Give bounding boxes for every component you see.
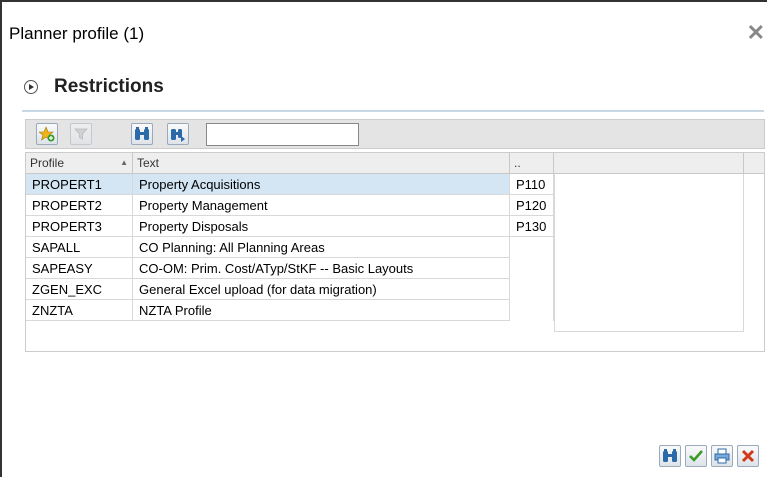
find-icon [663,449,677,462]
column-header-text[interactable]: Text [133,153,510,174]
add-favorite-icon [39,126,55,142]
add-favorite-button[interactable] [36,123,58,145]
cancel-button[interactable] [737,445,759,467]
cancel-icon [741,449,755,463]
table-cell-extra[interactable]: P130 [510,216,554,237]
table-toolbar [25,119,765,149]
column-header-scroll-spacer [744,153,764,174]
table-cell-extra[interactable] [510,279,554,300]
search-input[interactable] [206,123,359,146]
table-cell-text[interactable]: CO Planning: All Planning Areas [133,237,510,258]
table-cell-text[interactable]: CO-OM: Prim. Cost/ATyp/StKF -- Basic Lay… [133,258,510,279]
table-cell-extra[interactable]: P110 [510,174,554,195]
table-cell-text[interactable]: Property Acquisitions [133,174,510,195]
column-header-profile[interactable]: Profile ▲ [26,153,133,174]
column-header-filler [554,153,744,174]
table-cell-profile[interactable]: PROPERT2 [26,195,133,216]
table-cell-profile[interactable]: PROPERT3 [26,216,133,237]
table-cell-profile[interactable]: SAPALL [26,237,133,258]
filter-icon [74,128,88,140]
print-icon [714,448,730,464]
empty-column-area [554,174,744,332]
filter-button[interactable] [70,123,92,145]
table-cell-extra[interactable] [510,300,554,321]
expand-arrow-icon[interactable] [24,80,38,94]
find-next-button[interactable] [167,123,189,145]
find-button[interactable] [131,123,153,145]
table-cell-profile[interactable]: SAPEASY [26,258,133,279]
find-footer-button[interactable] [659,445,681,467]
table-cell-profile[interactable]: ZGEN_EXC [26,279,133,300]
find-next-icon [171,129,185,142]
table-cell-extra[interactable]: P120 [510,195,554,216]
column-header-extra-label: .. [514,156,521,170]
column-header-extra[interactable]: .. [510,153,554,174]
sort-ascending-icon: ▲ [120,158,128,167]
restrictions-section-header: Restrictions [22,74,764,112]
table-cell-text[interactable]: Property Disposals [133,216,510,237]
table-cell-text[interactable]: NZTA Profile [133,300,510,321]
section-title: Restrictions [54,76,164,97]
planner-profile-dialog: Planner profile (1) ✕ Restrictions Profi… [0,0,767,477]
table-cell-text[interactable]: Property Management [133,195,510,216]
print-button[interactable] [711,445,733,467]
dialog-title: Planner profile (1) [9,24,145,43]
table-cell-profile[interactable]: ZNZTA [26,300,133,321]
checkmark-icon [689,450,703,462]
close-icon[interactable]: ✕ [747,22,765,44]
table-cell-extra[interactable] [510,237,554,258]
restrictions-table: Profile ▲ Text .. PROPERT1 Property Acqui… [25,152,765,352]
column-header-profile-label: Profile [30,156,65,170]
table-cell-extra[interactable] [510,258,554,279]
find-icon [135,127,149,140]
confirm-button[interactable] [685,445,707,467]
table-cell-text[interactable]: General Excel upload (for data migration… [133,279,510,300]
table-cell-profile[interactable]: PROPERT1 [26,174,133,195]
dialog-titlebar: Planner profile (1) ✕ [2,2,767,58]
column-header-text-label: Text [137,156,160,170]
